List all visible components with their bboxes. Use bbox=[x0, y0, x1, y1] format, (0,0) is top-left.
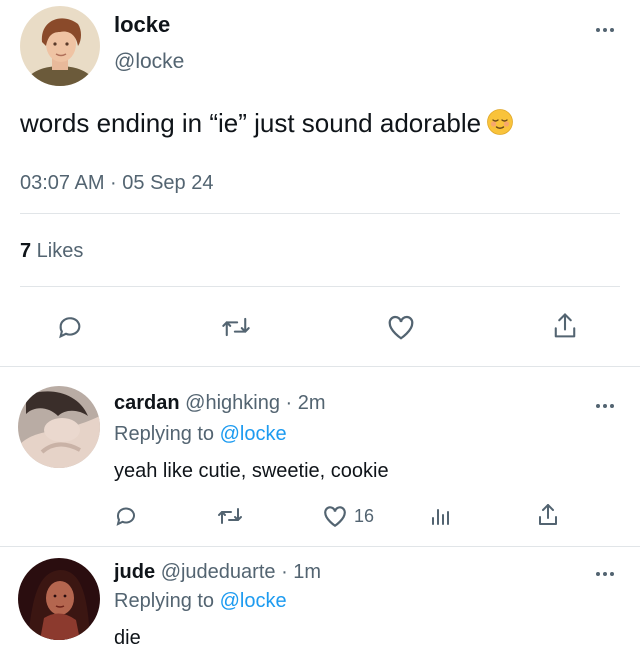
retweet-icon bbox=[222, 317, 250, 337]
share-button[interactable] bbox=[551, 311, 579, 341]
reply-button[interactable] bbox=[56, 313, 84, 341]
share-icon bbox=[539, 504, 557, 525]
like-button[interactable]: 16 bbox=[322, 504, 374, 528]
replying-prefix: Replying to bbox=[114, 590, 220, 612]
author-name[interactable]: locke bbox=[114, 12, 170, 38]
reply-author-name[interactable]: jude bbox=[114, 561, 155, 583]
replying-to: Replying to @locke bbox=[114, 423, 287, 446]
retweet-icon bbox=[218, 508, 242, 524]
reply-button[interactable] bbox=[114, 504, 138, 528]
reply-text: yeah like cutie, sweetie, cookie bbox=[114, 460, 389, 482]
reply-avatar[interactable] bbox=[18, 386, 100, 468]
analytics-button[interactable] bbox=[428, 504, 452, 528]
reply-text: die bbox=[114, 627, 141, 649]
like-icon bbox=[388, 315, 414, 340]
retweet-button[interactable] bbox=[221, 313, 251, 341]
likes-count: 7 bbox=[20, 240, 32, 262]
divider bbox=[0, 546, 640, 547]
replying-prefix: Replying to bbox=[114, 423, 220, 445]
like-count: 16 bbox=[354, 505, 375, 526]
reply-author-name[interactable]: cardan bbox=[114, 392, 180, 414]
more-options-icon[interactable] bbox=[596, 26, 618, 34]
replying-mention[interactable]: @locke bbox=[220, 423, 287, 445]
reply-time[interactable]: · 2m bbox=[280, 392, 326, 414]
tweet-timestamp[interactable]: 03:07 AM · 05 Sep 24 bbox=[20, 172, 213, 195]
reply-time[interactable]: · 1m bbox=[276, 561, 321, 583]
author-avatar[interactable] bbox=[20, 6, 100, 86]
relieved-face-icon bbox=[487, 109, 513, 135]
more-options-icon[interactable] bbox=[596, 570, 618, 578]
reply-icon bbox=[59, 317, 81, 339]
reply-icon bbox=[116, 507, 135, 526]
reply-author-handle[interactable]: @highking bbox=[185, 392, 280, 414]
reply-avatar[interactable] bbox=[18, 558, 100, 640]
like-icon bbox=[324, 506, 346, 528]
reply-header: cardan @highking · 2m bbox=[114, 392, 326, 415]
tweet-thread: locke @locke words ending in “ie” just s… bbox=[0, 0, 640, 658]
reply-author-handle[interactable]: @judeduarte bbox=[161, 561, 276, 583]
tweet-text: words ending in “ie” just sound adorable bbox=[20, 108, 513, 139]
analytics-icon bbox=[432, 509, 449, 525]
retweet-button[interactable] bbox=[217, 504, 243, 528]
likes-label: Likes bbox=[31, 240, 84, 262]
share-button[interactable] bbox=[536, 502, 560, 528]
reply-header: jude @judeduarte · 1m bbox=[114, 561, 321, 584]
divider bbox=[20, 213, 620, 214]
divider bbox=[20, 286, 620, 287]
divider bbox=[0, 366, 640, 367]
tweet-body: words ending in “ie” just sound adorable bbox=[20, 108, 482, 138]
author-handle[interactable]: @locke bbox=[114, 50, 184, 74]
replying-to: Replying to @locke bbox=[114, 590, 287, 613]
share-icon bbox=[554, 313, 576, 338]
like-button[interactable] bbox=[386, 313, 416, 341]
replying-mention[interactable]: @locke bbox=[220, 590, 287, 612]
more-options-icon[interactable] bbox=[596, 402, 618, 410]
likes-summary[interactable]: 7 Likes bbox=[20, 240, 83, 263]
